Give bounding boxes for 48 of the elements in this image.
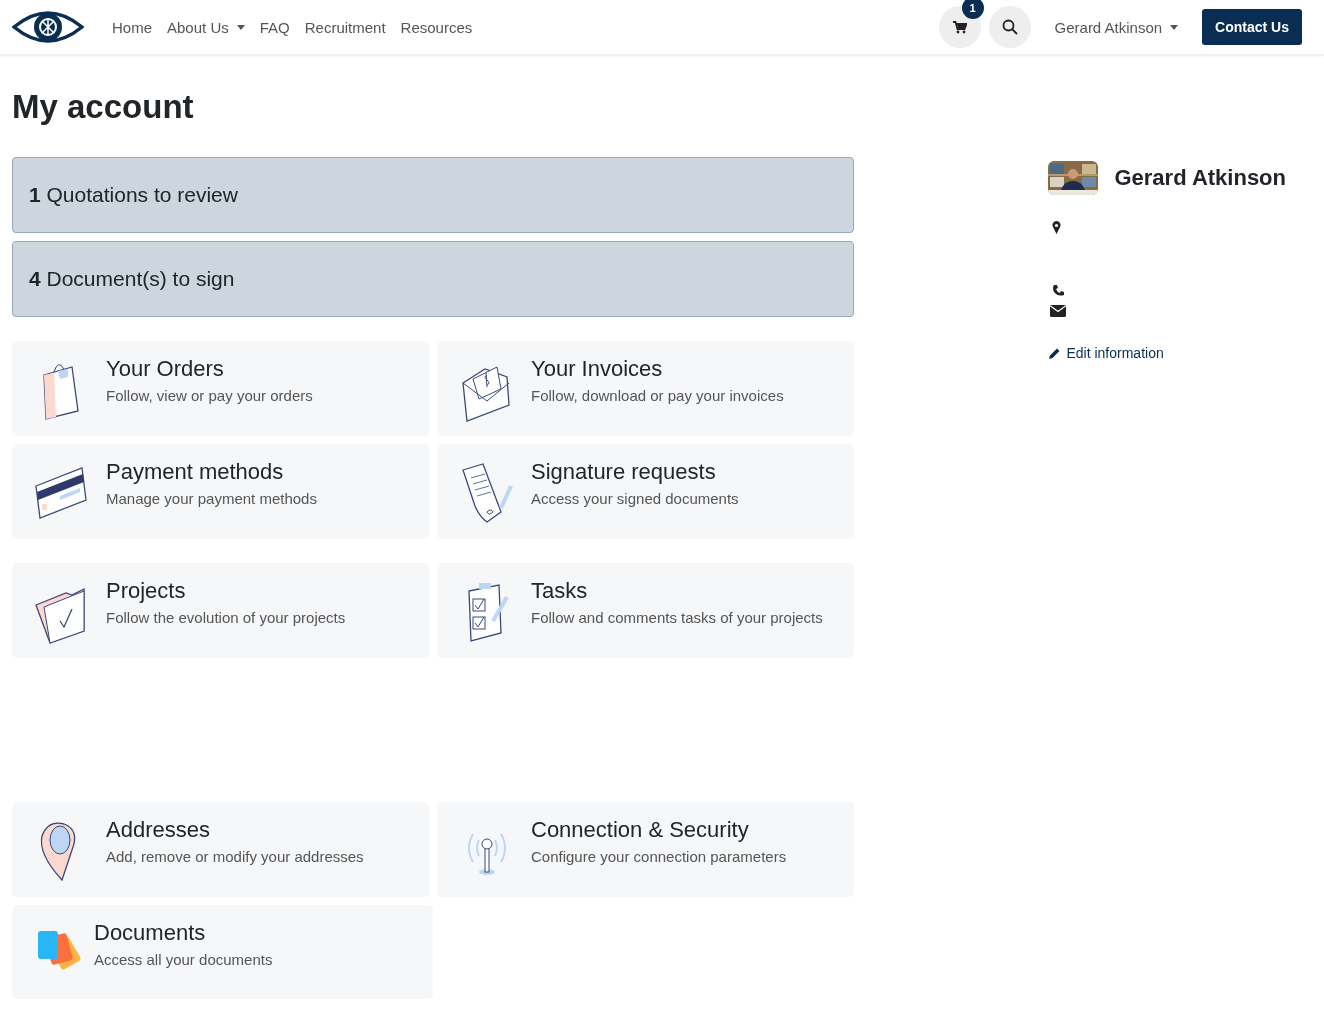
- nav-link[interactable]: Recruitment: [304, 18, 386, 36]
- nav-link[interactable]: Home: [112, 18, 152, 36]
- card-title: Addresses: [106, 816, 211, 845]
- account-card[interactable]: Signature requests Access your signed documents: [437, 444, 854, 540]
- card-description: Access your signed documents: [531, 488, 739, 509]
- nav-link[interactable]: About Us: [167, 18, 245, 36]
- card-description: Follow and comments tasks of your projects: [531, 607, 823, 628]
- card-description: Configure your connection parameters: [531, 846, 787, 867]
- card-description: Manage your payment methods: [106, 488, 317, 509]
- card-title: Documents: [94, 919, 207, 948]
- account-card[interactable]: Your Orders Follow, view or pay your orders: [12, 341, 429, 437]
- edit-information-link[interactable]: Edit information: [1048, 345, 1164, 361]
- nav-link[interactable]: Resources: [400, 18, 473, 36]
- nav-link[interactable]: FAQ: [259, 18, 290, 36]
- cart-count-badge: 1: [961, 0, 984, 19]
- contact-button[interactable]: Contact Us: [1202, 9, 1302, 45]
- cart-icon: [952, 20, 967, 34]
- card-description: Follow the evolution of your projects: [106, 607, 346, 628]
- profile-name: Gerard Atkinson: [1114, 165, 1286, 191]
- card-title: Signature requests: [531, 458, 717, 487]
- map-pin-icon: [1052, 221, 1062, 234]
- caret-icon: [1170, 24, 1179, 30]
- account-card[interactable]: Connection & Security Configure your connection parameters: [437, 802, 854, 898]
- page-title: My account: [12, 89, 195, 126]
- card-title: Connection & Security: [531, 816, 750, 845]
- card-title: Payment methods: [106, 458, 285, 487]
- card-title: Tasks: [531, 577, 589, 606]
- card-title: Your Orders: [106, 355, 225, 384]
- user-menu[interactable]: Gerard Atkinson: [1054, 18, 1179, 36]
- account-card[interactable]: Payment methods Manage your payment methods: [12, 444, 429, 540]
- account-card[interactable]: Documents Access all your documents: [12, 905, 433, 1000]
- card-description: Follow, view or pay your orders: [106, 385, 313, 406]
- phone-icon: [1052, 284, 1066, 297]
- pencil-icon: [1048, 346, 1062, 360]
- account-card[interactable]: Your Invoices Follow, download or pay your invoices: [437, 341, 854, 437]
- card-title: Your Invoices: [531, 355, 664, 384]
- alert-link[interactable]: 4 Document(s) to sign: [12, 241, 854, 318]
- card-title: Projects: [106, 577, 187, 606]
- account-card[interactable]: Tasks Follow and comments tasks of your projects: [437, 563, 854, 659]
- account-card[interactable]: Projects Follow the evolution of your projects: [12, 563, 429, 659]
- card-description: Add, remove or modify your addresses: [106, 846, 364, 867]
- account-card[interactable]: Addresses Add, remove or modify your addresses: [12, 802, 429, 898]
- card-description: Access all your documents: [94, 949, 273, 970]
- search-icon: [1001, 19, 1018, 35]
- card-description: Follow, download or pay your invoices: [531, 385, 784, 406]
- search-button[interactable]: [988, 6, 1031, 48]
- alert-link[interactable]: 1 Quotations to review: [12, 157, 854, 234]
- envelope-icon: [1050, 305, 1067, 317]
